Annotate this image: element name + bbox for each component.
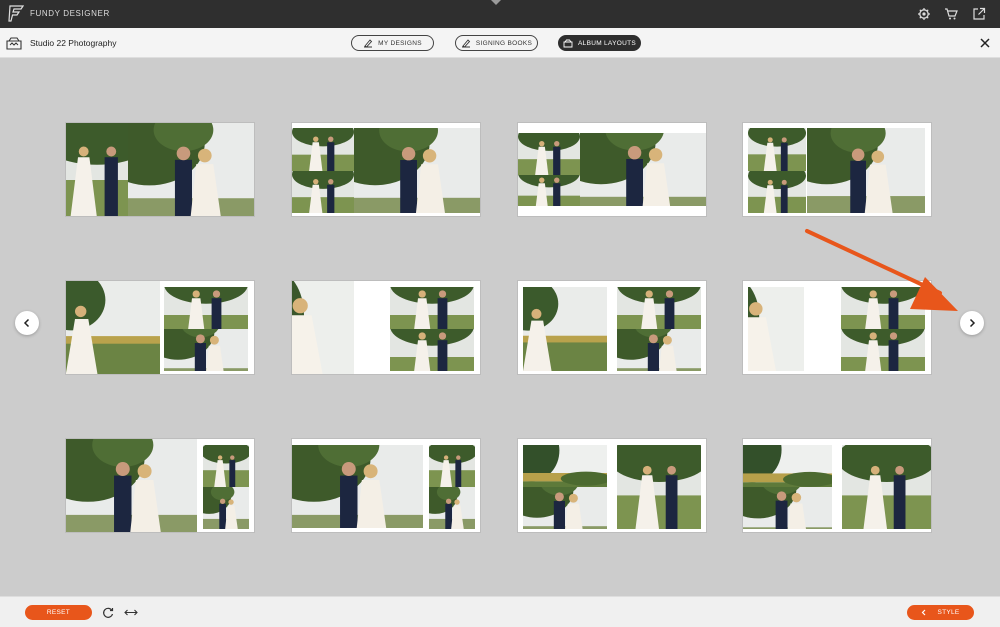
layout-photo (617, 287, 701, 329)
album-layout-thumbnail[interactable] (291, 438, 481, 533)
album-layout-thumbnail[interactable] (742, 122, 932, 217)
album-icon (563, 39, 573, 47)
layout-photo (128, 123, 254, 216)
chevron-right-icon (969, 318, 976, 328)
layout-photo (66, 439, 197, 532)
layout-photo (743, 487, 832, 529)
album-layout-thumbnail[interactable] (517, 122, 707, 217)
app-title-bar: FUNDY DESIGNER (0, 0, 1000, 28)
layout-photo (390, 287, 474, 329)
studio-icon (6, 37, 22, 50)
designs-icon (364, 38, 373, 48)
tab-album-layouts[interactable]: ALBUM LAYOUTS (558, 35, 641, 51)
album-layout-thumbnail[interactable] (742, 438, 932, 533)
layout-photo (203, 445, 249, 487)
layout-photo (164, 287, 248, 329)
tab-my-designs[interactable]: MY DESIGNS (351, 35, 434, 51)
swap-arrows-icon[interactable] (124, 606, 138, 619)
chevron-left-icon (922, 609, 926, 616)
layout-photo (841, 329, 925, 371)
layout-photo (748, 171, 806, 213)
layout-photo (354, 128, 480, 213)
layout-photo (429, 487, 475, 529)
signing-icon (461, 38, 470, 48)
chevron-left-icon (23, 318, 30, 328)
layout-photo (580, 133, 706, 206)
layout-photo (617, 445, 701, 529)
album-layout-thumbnail[interactable] (65, 122, 255, 217)
album-layout-thumbnail[interactable] (517, 280, 707, 375)
layout-photo (841, 287, 925, 329)
settings-gear-icon[interactable] (917, 7, 931, 21)
layout-photo (292, 281, 354, 374)
refresh-icon[interactable] (101, 606, 115, 619)
style-button-label: STYLE (937, 609, 960, 616)
album-layout-thumbnail[interactable] (291, 280, 481, 375)
album-layout-thumbnail[interactable] (742, 280, 932, 375)
album-layout-thumbnail[interactable] (65, 280, 255, 375)
close-icon[interactable] (978, 36, 992, 50)
previous-page-button[interactable] (15, 311, 39, 335)
layout-photo (807, 128, 925, 213)
app-name: FUNDY DESIGNER (30, 9, 110, 18)
layout-photo (842, 445, 931, 529)
layout-photo (66, 281, 160, 374)
album-layout-thumbnail[interactable] (291, 122, 481, 217)
cart-icon[interactable] (944, 7, 958, 21)
dropdown-notch-icon[interactable] (491, 0, 501, 5)
album-layouts-grid (0, 58, 1000, 596)
studio-header: Studio 22 Photography MY DESIGNS SIGNING… (0, 28, 1000, 58)
layout-photo (390, 329, 474, 371)
layout-photo (748, 287, 804, 371)
layout-photo (164, 329, 248, 371)
tab-signing-books[interactable]: SIGNING BOOKS (455, 35, 538, 51)
external-link-icon[interactable] (972, 7, 986, 21)
layout-photo (523, 445, 607, 487)
layout-photo (203, 487, 249, 529)
layout-photo (743, 445, 832, 487)
tab-label: MY DESIGNS (378, 39, 422, 47)
layout-photo (518, 175, 580, 206)
layout-photo (66, 123, 128, 216)
layout-photo (523, 287, 607, 371)
layout-photo (523, 487, 607, 529)
reset-button[interactable]: RESET (25, 605, 92, 620)
layout-photo (429, 445, 475, 487)
style-button[interactable]: STYLE (907, 605, 974, 620)
tab-label: SIGNING BOOKS (475, 39, 533, 47)
album-layout-thumbnail[interactable] (517, 438, 707, 533)
fundy-logo-icon (8, 5, 24, 22)
layout-photo (292, 128, 354, 171)
layout-photo (292, 171, 354, 213)
album-layout-thumbnail[interactable] (65, 438, 255, 533)
studio-name: Studio 22 Photography (30, 38, 117, 48)
tab-label: ALBUM LAYOUTS (578, 39, 636, 47)
layout-photo (518, 133, 580, 175)
layout-photo (292, 445, 423, 528)
bottom-toolbar: RESET STYLE (0, 596, 1000, 627)
next-page-button[interactable] (960, 311, 984, 335)
layout-photo (617, 329, 701, 371)
layout-photo (748, 128, 806, 171)
